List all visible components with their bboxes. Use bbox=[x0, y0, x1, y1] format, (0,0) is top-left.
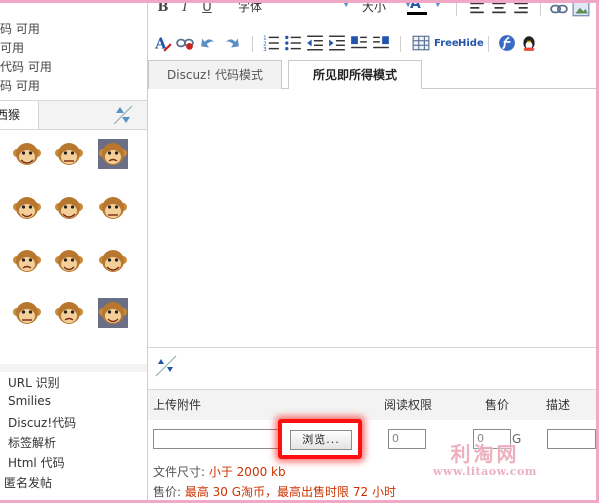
browse-button[interactable]: 浏览... bbox=[290, 430, 352, 450]
ordered-list-icon[interactable]: 123 bbox=[262, 34, 280, 52]
price-info: 售价: 最高 30 G淘币，最高出售时限 72 小时 bbox=[153, 483, 396, 500]
underline-button[interactable]: U bbox=[198, 0, 216, 16]
toolbar-separator bbox=[400, 36, 401, 52]
permission-line: 代码 可用 bbox=[0, 60, 52, 74]
color-bar bbox=[407, 12, 427, 15]
option-anonymous[interactable]: 匿名发帖 bbox=[4, 474, 52, 491]
col-upload: 上传附件 bbox=[153, 398, 202, 412]
flash-icon[interactable] bbox=[498, 34, 516, 52]
permission-line: 码 可用 bbox=[0, 22, 40, 36]
italic-button[interactable]: I bbox=[176, 0, 194, 16]
editor-footer bbox=[148, 347, 596, 383]
unlink-icon[interactable] bbox=[176, 34, 194, 52]
free-button[interactable]: Free bbox=[434, 38, 459, 49]
monkey-dizzy-icon[interactable] bbox=[98, 193, 128, 223]
monkey-angry-icon[interactable] bbox=[54, 298, 84, 328]
permission-line: 可用 bbox=[0, 41, 25, 55]
monkey-cry-icon[interactable] bbox=[12, 298, 42, 328]
float-left-icon[interactable] bbox=[350, 34, 368, 52]
unordered-list-icon[interactable] bbox=[284, 34, 302, 52]
permission-line: 码 可用 bbox=[0, 79, 40, 93]
editor-area[interactable] bbox=[148, 89, 596, 347]
link-icon[interactable] bbox=[550, 0, 568, 18]
attachments-header: 上传附件 阅读权限 售价 描述 bbox=[148, 389, 596, 421]
option-tag-parse[interactable]: 标签解析 bbox=[8, 434, 56, 451]
monkey-squint-icon[interactable] bbox=[54, 139, 84, 169]
col-description: 描述 bbox=[546, 398, 571, 412]
option-html-code[interactable]: Html 代码 bbox=[8, 454, 65, 471]
watermark: 利淘网 www.litaow.com bbox=[405, 443, 565, 483]
chevron-down-icon: ▼ bbox=[434, 0, 442, 9]
size-select-label: 大小 bbox=[362, 0, 387, 14]
toolbar-separator bbox=[252, 36, 253, 52]
align-left-icon[interactable] bbox=[468, 0, 486, 18]
font-color-button[interactable]: A ▼ bbox=[406, 0, 446, 16]
bold-button[interactable]: B bbox=[154, 0, 172, 16]
qq-penguin-icon[interactable] bbox=[520, 34, 538, 52]
toolbar-separator bbox=[456, 0, 457, 16]
smilies-tab[interactable]: 西猴 bbox=[0, 101, 39, 129]
swap-arrows-icon[interactable] bbox=[111, 103, 135, 127]
monkey-love-icon[interactable] bbox=[12, 193, 42, 223]
svg-text:3: 3 bbox=[263, 47, 267, 52]
undo-icon[interactable] bbox=[200, 34, 218, 52]
price-info-value: 最高 30 G淘币，最高出售时限 72 小时 bbox=[184, 485, 396, 499]
clear-format-icon[interactable]: A bbox=[154, 34, 172, 52]
monkey-laugh-icon[interactable] bbox=[12, 139, 42, 169]
monkey-dark-icon[interactable] bbox=[98, 298, 128, 328]
monkey-sleepy-icon[interactable] bbox=[12, 246, 42, 276]
smilies-footer bbox=[0, 364, 147, 372]
editor-mode-tabs: Discuz! 代码模式 所见即所得模式 bbox=[148, 60, 596, 90]
resize-icon[interactable] bbox=[154, 354, 178, 378]
option-smilies[interactable]: Smilies bbox=[8, 394, 51, 408]
image-icon[interactable] bbox=[572, 0, 590, 18]
monkey-hmm-icon[interactable] bbox=[54, 246, 84, 276]
table-icon[interactable] bbox=[412, 34, 430, 52]
align-right-icon[interactable] bbox=[512, 0, 530, 18]
option-discuz-code[interactable]: Discuz!代码 bbox=[8, 414, 76, 431]
chevron-down-icon: ▼ bbox=[342, 0, 350, 9]
file-size-info: 文件尺寸: 小于 2000 kb bbox=[153, 463, 286, 480]
monkey-shock-icon[interactable] bbox=[98, 139, 128, 169]
col-price: 售价 bbox=[485, 398, 510, 412]
toolbar-separator bbox=[540, 0, 541, 16]
float-right-icon[interactable] bbox=[372, 34, 390, 52]
font-color-letter: A bbox=[410, 0, 421, 12]
watermark-url: www.litaow.com bbox=[433, 465, 537, 478]
outdent-icon[interactable] bbox=[306, 34, 324, 52]
option-url[interactable]: URL 识别 bbox=[8, 374, 60, 391]
file-size-value: 小于 2000 kb bbox=[208, 465, 286, 479]
toolbar-separator bbox=[488, 36, 489, 52]
editor-toolbar: B I U 字体 ▼ 大小 ▼ A ▼ A 123 Free Hide bbox=[148, 0, 596, 60]
align-center-icon[interactable] bbox=[490, 0, 508, 18]
font-select-label: 字体 bbox=[238, 0, 263, 14]
option-more[interactable]: ... bbox=[8, 494, 19, 503]
browse-highlight: 浏览... bbox=[278, 419, 362, 459]
file-size-label: 文件尺寸: bbox=[153, 465, 209, 479]
left-panel: 码 可用 可用 代码 可用 码 可用 西猴 URL 识别 Smilies Dis… bbox=[0, 0, 148, 503]
indent-icon[interactable] bbox=[328, 34, 346, 52]
tab-wysiwyg-mode[interactable]: 所见即所得模式 bbox=[288, 60, 422, 90]
font-select[interactable]: 字体 ▼ bbox=[232, 0, 350, 14]
size-select[interactable]: 大小 ▼ bbox=[358, 0, 412, 14]
file-path-field[interactable] bbox=[153, 429, 281, 449]
col-read-permission: 阅读权限 bbox=[384, 398, 433, 412]
watermark-title: 利淘网 bbox=[450, 442, 520, 466]
redo-icon[interactable] bbox=[222, 34, 240, 52]
price-info-label: 售价: bbox=[153, 485, 185, 499]
smilies-tabbar: 西猴 bbox=[0, 101, 147, 130]
monkey-eat-icon[interactable] bbox=[54, 193, 84, 223]
hide-button[interactable]: Hide bbox=[458, 38, 484, 49]
smilies-panel: 西猴 bbox=[0, 100, 147, 366]
monkey-hide-icon[interactable] bbox=[98, 246, 128, 276]
tab-code-mode[interactable]: Discuz! 代码模式 bbox=[148, 60, 282, 89]
